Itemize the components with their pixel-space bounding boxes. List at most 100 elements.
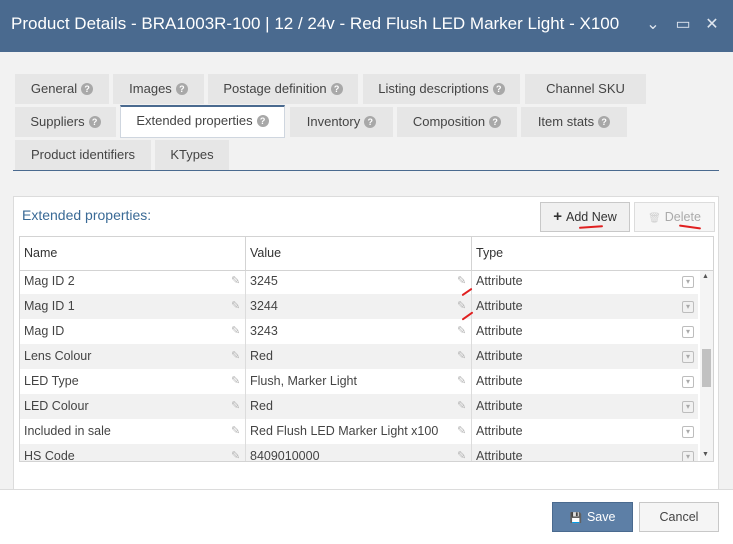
cell-type[interactable]: Attribute — [472, 419, 698, 444]
table-row[interactable]: Mag ID 1 ✎ 3244 ✎ Attribute ▾ — [20, 294, 698, 319]
maximize-icon[interactable]: ▭ — [673, 14, 693, 36]
cell-type[interactable]: Attribute — [472, 394, 698, 419]
chevron-down-icon[interactable]: ▾ — [682, 326, 694, 338]
help-icon: ? — [330, 82, 343, 95]
cancel-button[interactable]: Cancel — [639, 502, 719, 532]
cell-type[interactable]: Attribute — [472, 444, 698, 461]
cell-value[interactable]: Red — [246, 344, 472, 369]
name-text: Mag ID 2 — [24, 274, 75, 288]
edit-icon[interactable]: ✎ — [231, 326, 242, 337]
cell-value[interactable]: 8409010000 — [246, 444, 472, 461]
scroll-up-icon[interactable]: ▲ — [702, 273, 709, 280]
cell-value[interactable]: 3245 — [246, 271, 472, 294]
tab-listing-descriptions[interactable]: Listing descriptions? — [363, 74, 520, 104]
help-icon: ? — [492, 82, 505, 95]
cell-value[interactable]: Red — [246, 394, 472, 419]
tab-label: Inventory — [306, 114, 361, 129]
delete-button[interactable]: 🗑 Delete — [634, 202, 715, 232]
edit-icon[interactable]: ✎ — [457, 376, 468, 387]
grid-scrollbar[interactable]: ▲ ▼ — [700, 271, 713, 461]
table-row[interactable]: Lens Colour ✎ Red ✎ Attribute ▾ — [20, 344, 698, 369]
column-header-type[interactable]: Type — [472, 237, 713, 270]
grid-body: Mag ID 2 ✎ 3245 ✎ Attribute ▾ Mag ID 1 ✎… — [20, 271, 698, 461]
chevron-down-icon[interactable]: ▾ — [682, 451, 694, 461]
tab-item-stats[interactable]: Item stats? — [521, 107, 627, 137]
edit-icon[interactable]: ✎ — [231, 376, 242, 387]
edit-icon[interactable]: ✎ — [231, 351, 242, 362]
tab-postage-definition[interactable]: Postage definition? — [208, 74, 358, 104]
table-row[interactable]: HS Code ✎ 8409010000 ✎ Attribute ▾ — [20, 444, 698, 461]
cell-name[interactable]: Lens Colour — [20, 344, 246, 369]
tab-label: Images — [129, 81, 172, 96]
trash-icon: 🗑 — [648, 213, 661, 224]
value-text: 3244 — [250, 299, 278, 313]
table-row[interactable]: LED Type ✎ Flush, Marker Light ✎ Attribu… — [20, 369, 698, 394]
edit-icon[interactable]: ✎ — [231, 451, 242, 462]
tab-product-identifiers[interactable]: Product identifiers — [15, 140, 151, 170]
cell-type[interactable]: Attribute — [472, 369, 698, 394]
chevron-down-icon[interactable]: ▾ — [682, 426, 694, 438]
collapse-icon[interactable]: ⌄ — [643, 14, 663, 36]
cell-type[interactable]: Attribute — [472, 319, 698, 344]
save-button[interactable]: 💾 Save — [552, 502, 633, 532]
tab-composition[interactable]: Composition? — [397, 107, 517, 137]
cell-type[interactable]: Attribute — [472, 294, 698, 319]
chevron-down-icon[interactable]: ▾ — [682, 276, 694, 288]
tab-channel-sku[interactable]: Channel SKU — [525, 74, 646, 104]
edit-icon[interactable]: ✎ — [457, 451, 468, 462]
column-header-value[interactable]: Value — [246, 237, 472, 270]
edit-icon[interactable]: ✎ — [231, 276, 242, 287]
scrollbar-thumb[interactable] — [702, 349, 711, 387]
value-text: Red — [250, 349, 273, 363]
value-text: 3243 — [250, 324, 278, 338]
tab-label: Suppliers — [30, 114, 85, 129]
cell-name[interactable]: Included in sale — [20, 419, 246, 444]
edit-icon[interactable]: ✎ — [231, 301, 242, 312]
cell-value[interactable]: 3243 — [246, 319, 472, 344]
edit-icon[interactable]: ✎ — [457, 401, 468, 412]
tab-label: Postage definition — [223, 81, 327, 96]
tab-extended-properties[interactable]: Extended properties? — [120, 105, 285, 138]
edit-icon[interactable]: ✎ — [231, 401, 242, 412]
cell-name[interactable]: HS Code — [20, 444, 246, 461]
chevron-down-icon[interactable]: ▾ — [682, 401, 694, 413]
scroll-down-icon[interactable]: ▼ — [702, 451, 709, 458]
type-text: Attribute — [476, 324, 523, 338]
cell-name[interactable]: LED Colour — [20, 394, 246, 419]
tab-inventory[interactable]: Inventory? — [290, 107, 393, 137]
tab-ktypes[interactable]: KTypes — [155, 140, 229, 170]
table-row[interactable]: Included in sale ✎ Red Flush LED Marker … — [20, 419, 698, 444]
close-icon[interactable]: ✕ — [702, 14, 722, 36]
table-row[interactable]: Mag ID 2 ✎ 3245 ✎ Attribute ▾ — [20, 271, 698, 294]
edit-icon[interactable]: ✎ — [457, 426, 468, 437]
chevron-down-icon[interactable]: ▾ — [682, 301, 694, 313]
edit-icon[interactable]: ✎ — [457, 351, 468, 362]
cell-type[interactable]: Attribute — [472, 271, 698, 294]
value-text: Flush, Marker Light — [250, 374, 357, 388]
type-text: Attribute — [476, 399, 523, 413]
edit-icon[interactable]: ✎ — [457, 301, 468, 312]
tab-general[interactable]: General? — [15, 74, 109, 104]
chevron-down-icon[interactable]: ▾ — [682, 376, 694, 388]
edit-icon[interactable]: ✎ — [231, 426, 242, 437]
table-row[interactable]: LED Colour ✎ Red ✎ Attribute ▾ — [20, 394, 698, 419]
cell-name[interactable]: Mag ID 2 — [20, 271, 246, 294]
tab-label: Item stats — [537, 114, 595, 129]
tab-suppliers[interactable]: Suppliers? — [15, 107, 116, 137]
help-icon: ? — [88, 115, 101, 128]
cell-value[interactable]: Red Flush LED Marker Light x100 — [246, 419, 472, 444]
cell-value[interactable]: Flush, Marker Light — [246, 369, 472, 394]
column-header-name[interactable]: Name — [20, 237, 246, 270]
delete-label: Delete — [664, 210, 701, 224]
edit-icon[interactable]: ✎ — [457, 326, 468, 337]
cell-name[interactable]: Mag ID — [20, 319, 246, 344]
cell-name[interactable]: Mag ID 1 — [20, 294, 246, 319]
tab-images[interactable]: Images? — [113, 74, 204, 104]
table-row[interactable]: Mag ID ✎ 3243 ✎ Attribute ▾ — [20, 319, 698, 344]
chevron-down-icon[interactable]: ▾ — [682, 351, 694, 363]
cell-type[interactable]: Attribute — [472, 344, 698, 369]
cell-value[interactable]: 3244 — [246, 294, 472, 319]
plus-icon: + — [553, 208, 563, 225]
edit-icon[interactable]: ✎ — [457, 276, 468, 287]
cell-name[interactable]: LED Type — [20, 369, 246, 394]
